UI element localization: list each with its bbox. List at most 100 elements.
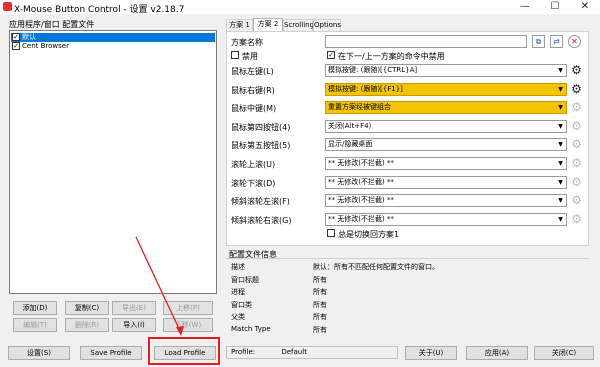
mapping-row-select[interactable]: 模拟按键: (跟随)[{CTRL}A] ▼ bbox=[325, 64, 567, 77]
gear-icon[interactable]: ⚙ bbox=[570, 101, 583, 114]
info-key: 窗口类 bbox=[231, 300, 252, 309]
mapping-row-value: ** 无修改(不拦截) ** bbox=[328, 196, 394, 205]
list-item-label: 默认 bbox=[22, 33, 36, 41]
info-value: 所有 bbox=[313, 326, 327, 334]
app-icon bbox=[3, 2, 12, 11]
save-profile-button[interactable]: Save Profile bbox=[80, 346, 142, 360]
mapping-row-value: ** 无修改(不拦截) ** bbox=[328, 177, 394, 186]
list-item-label: Cent Browser bbox=[22, 42, 69, 50]
checkbox-icon[interactable]: ✓ bbox=[12, 42, 20, 50]
profile-status-value: Default bbox=[281, 348, 307, 356]
disable-checkbox[interactable] bbox=[231, 51, 239, 59]
settings-button[interactable]: 设置(S) bbox=[8, 346, 70, 360]
dropdown-arrow-icon[interactable]: ▼ bbox=[555, 65, 566, 76]
mapping-row-select[interactable]: 重置方案经被键组合 ▼ bbox=[325, 101, 567, 115]
info-key: 窗口标题 bbox=[231, 275, 259, 284]
import-button[interactable]: 导入(I) bbox=[112, 318, 156, 332]
mapping-row-label: 鼠标中键(M) bbox=[231, 104, 277, 114]
mapping-row-select[interactable]: 显示/隐藏桌面 ▼ bbox=[325, 138, 567, 152]
gear-icon[interactable]: ⚙ bbox=[570, 213, 583, 226]
mapping-row-select[interactable]: 模拟按键: (跟随)[{F1}] ▼ bbox=[325, 82, 567, 96]
tab-options[interactable]: Options bbox=[313, 19, 341, 31]
mapping-row-value: 模拟按键: (跟随)[{F1}] bbox=[328, 84, 403, 93]
profile-list-header: 应用程序/窗口 配置文件 bbox=[9, 20, 95, 29]
divider bbox=[226, 258, 589, 259]
dropdown-arrow-icon[interactable]: ▼ bbox=[555, 176, 566, 188]
gear-icon[interactable]: ⚙ bbox=[570, 157, 583, 170]
copy-icon[interactable]: ⧉ bbox=[532, 35, 545, 48]
move-up-button[interactable]: 上移(P) bbox=[163, 301, 213, 315]
mapping-row-select[interactable]: ** 无修改(不拦截) ** ▼ bbox=[325, 175, 567, 189]
mapping-row-value: 关闭(Alt+F4) bbox=[328, 121, 372, 130]
mapping-row-label: 滚轮上滚(U) bbox=[231, 160, 276, 169]
gear-icon[interactable]: ⚙ bbox=[570, 138, 583, 151]
info-key: 进程 bbox=[231, 288, 245, 297]
dropdown-arrow-icon[interactable]: ▼ bbox=[555, 83, 566, 95]
maximize-icon[interactable]: ☐ bbox=[540, 0, 570, 14]
disable-in-cmd-checkbox[interactable]: ✓ bbox=[327, 51, 335, 59]
dropdown-arrow-icon[interactable]: ▼ bbox=[555, 158, 566, 169]
title-bar: X-Mouse Button Control - 设置 v2.18.7 — ☐ … bbox=[0, 0, 600, 15]
info-value: 所有 bbox=[313, 275, 327, 284]
tab-scrolling[interactable]: Scrolling bbox=[283, 19, 314, 31]
mapping-row-select[interactable]: ** 无修改(不拦截) ** ▼ bbox=[325, 194, 567, 208]
mapping-row-label: 倾斜滚轮左滚(F) bbox=[231, 197, 290, 207]
dropdown-arrow-icon[interactable]: ▼ bbox=[555, 195, 566, 207]
dropdown-arrow-icon[interactable]: ▼ bbox=[555, 102, 566, 114]
gear-icon[interactable]: ⚙ bbox=[570, 176, 583, 189]
mapping-row-value: 显示/隐藏桌面 bbox=[328, 140, 373, 149]
profile-status: Profile: Default bbox=[226, 346, 398, 359]
dropdown-arrow-icon[interactable]: ▼ bbox=[555, 120, 566, 132]
mapping-row-label: 鼠标第五按钮(5) bbox=[231, 141, 291, 151]
move-down-button[interactable]: 下移(W) bbox=[163, 318, 213, 332]
gear-icon[interactable]: ⚙ bbox=[570, 194, 583, 207]
mapping-row-label: 鼠标右键(R) bbox=[231, 85, 275, 95]
mapping-row-value: ** 无修改(不拦截) ** bbox=[328, 159, 394, 167]
disable-label: 禁用 bbox=[242, 52, 258, 61]
apply-button[interactable]: 应用(A) bbox=[466, 346, 528, 360]
close-icon[interactable]: ✕ bbox=[570, 0, 600, 14]
scheme-name-input[interactable] bbox=[325, 35, 527, 48]
dropdown-arrow-icon[interactable]: ▼ bbox=[555, 213, 566, 225]
info-value: 所有 bbox=[313, 288, 327, 297]
scheme-name-label: 方案名称 bbox=[231, 38, 263, 47]
edit-button[interactable]: 编辑(T) bbox=[13, 318, 57, 332]
checkbox-icon[interactable]: ✓ bbox=[12, 33, 20, 41]
mapping-row-select[interactable]: ** 无修改(不拦截) ** ▼ bbox=[325, 212, 567, 226]
annotation-highlight-box bbox=[148, 337, 220, 365]
export-button[interactable]: 导出(E) bbox=[112, 301, 156, 315]
remove-button[interactable]: 删除(R) bbox=[65, 318, 109, 332]
delete-icon[interactable]: ✕ bbox=[568, 35, 581, 48]
mapping-row-value: 重置方案经被键组合 bbox=[328, 103, 391, 112]
always-switch-label: 总是切换回方案1 bbox=[338, 230, 400, 239]
mapping-row-select[interactable]: 关闭(Alt+F4) ▼ bbox=[325, 119, 567, 133]
info-key: 描述 bbox=[231, 263, 245, 271]
close-button[interactable]: 关闭(C) bbox=[534, 346, 594, 360]
profile-list[interactable]: ✓ 默认 ✓ Cent Browser bbox=[9, 30, 217, 294]
info-key: Match Type bbox=[231, 325, 271, 333]
mapping-row-label: 倾斜滚轮右滚(G) bbox=[231, 215, 292, 225]
info-value: 所有 bbox=[313, 300, 327, 309]
mapping-row-select[interactable]: ** 无修改(不拦截) ** ▼ bbox=[325, 157, 567, 170]
copy-button[interactable]: 复制(C) bbox=[65, 301, 109, 315]
list-item[interactable]: ✓ Cent Browser bbox=[11, 42, 215, 51]
mapping-row-label: 鼠标第四按钮(4) bbox=[231, 122, 291, 132]
dropdown-arrow-icon[interactable]: ▼ bbox=[555, 139, 566, 151]
swap-icon[interactable]: ⇄ bbox=[550, 35, 563, 48]
tab-scheme-2[interactable]: 方案 2 bbox=[253, 18, 283, 31]
tab-scheme-1[interactable]: 方案 1 bbox=[226, 19, 253, 31]
info-value: 所有 bbox=[313, 313, 327, 322]
minimize-icon[interactable]: — bbox=[510, 0, 540, 14]
disable-in-cmd-label: 在下一/上一方案的命令中禁用 bbox=[338, 52, 445, 61]
mapping-row-label: 滚轮下滚(D) bbox=[231, 178, 276, 188]
info-value: 默认：所有不匹配任何配置文件的窗口。 bbox=[313, 263, 439, 271]
add-button[interactable]: 添加(D) bbox=[13, 301, 57, 315]
always-switch-checkbox[interactable] bbox=[327, 229, 335, 237]
info-key: 父类 bbox=[231, 313, 245, 322]
gear-icon[interactable]: ⚙ bbox=[570, 120, 583, 133]
mapping-row-value: ** 无修改(不拦截) ** bbox=[328, 214, 394, 223]
about-button[interactable]: 关于(U) bbox=[405, 346, 457, 360]
gear-icon[interactable]: ⚙ bbox=[570, 64, 583, 77]
list-item[interactable]: ✓ 默认 bbox=[11, 33, 215, 42]
gear-icon[interactable]: ⚙ bbox=[570, 83, 583, 96]
